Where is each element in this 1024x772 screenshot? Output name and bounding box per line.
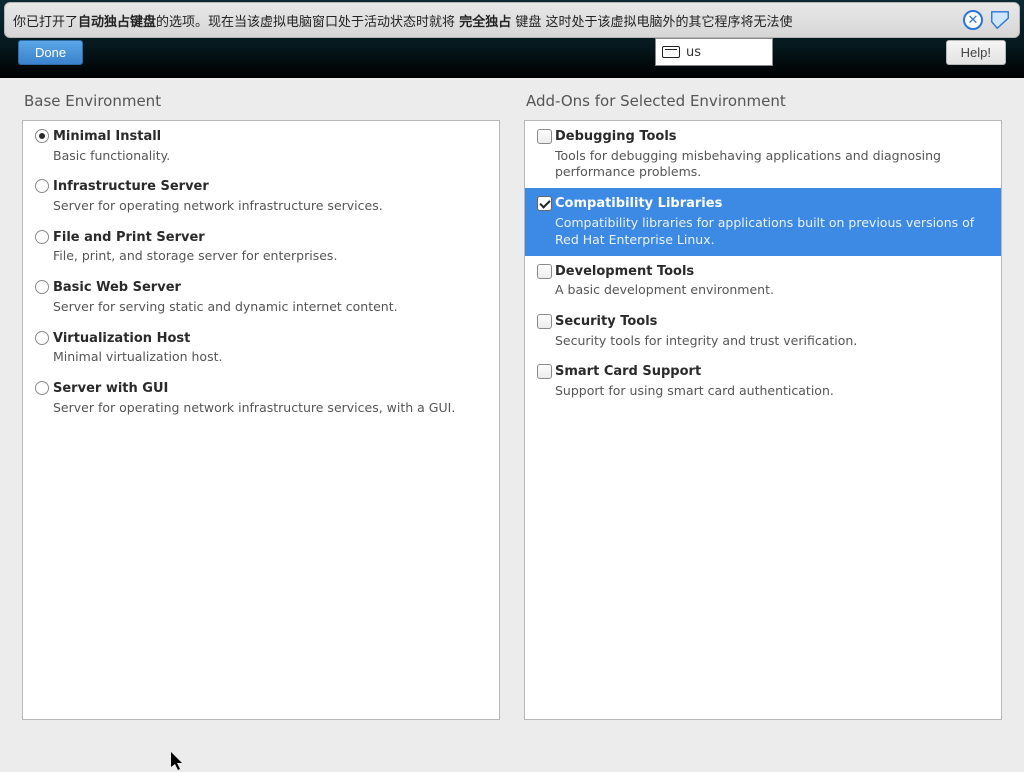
option-desc: Server for operating network infrastruct… — [53, 198, 489, 215]
keyboard-icon — [662, 46, 680, 58]
addon-option[interactable]: Security Tools Security tools for integri… — [525, 306, 1001, 356]
radio-icon[interactable] — [35, 230, 49, 244]
base-environment-list: Minimal Install Basic functionality. Infra… — [22, 120, 500, 720]
option-desc: Basic functionality. — [53, 148, 489, 165]
base-env-option[interactable]: Minimal Install Basic functionality. — [23, 121, 499, 171]
vm-text-1: 你已打开了 — [13, 11, 78, 30]
addon-option[interactable]: Smart Card Support Support for using smar… — [525, 356, 1001, 406]
vm-text-2: 的选项。现在当该虚拟电脑窗口处于活动状态时就将 — [156, 11, 455, 30]
addons-list: Debugging Tools Tools for debugging misbe… — [524, 120, 1002, 720]
base-environment-column: Base Environment Minimal Install Basic fu… — [22, 92, 500, 720]
addons-column: Add-Ons for Selected Environment Debuggi… — [524, 92, 1002, 720]
vm-text-bold-1: 自动独占键盘 — [78, 11, 156, 30]
option-title: Basic Web Server — [53, 279, 489, 297]
done-button[interactable]: Done — [18, 40, 83, 65]
option-desc: File, print, and storage server for ente… — [53, 248, 489, 265]
vm-text-bold-2: 完全独占 — [459, 11, 511, 30]
option-desc: Server for serving static and dynamic in… — [53, 299, 489, 316]
help-button[interactable]: Help! — [946, 40, 1006, 65]
keyboard-indicator[interactable]: us — [655, 38, 773, 66]
radio-icon[interactable] — [35, 129, 49, 143]
option-title: File and Print Server — [53, 229, 489, 247]
option-title: Minimal Install — [53, 128, 489, 146]
vm-text-4: 这时处于该虚拟电脑外的其它程序将无法使 — [546, 11, 793, 30]
option-desc: A basic development environment. — [555, 282, 991, 299]
radio-icon[interactable] — [35, 179, 49, 193]
checkbox-icon[interactable] — [537, 196, 552, 211]
vm-text-3: 键盘 — [515, 11, 541, 30]
option-title: Compatibility Libraries — [555, 195, 991, 213]
vm-banner: 你已打开了 自动独占键盘 的选项。现在当该虚拟电脑窗口处于活动状态时就将 完全独… — [4, 2, 1020, 38]
option-desc: Compatibility libraries for applications… — [555, 215, 991, 249]
cursor-icon — [170, 752, 184, 772]
checkbox-icon[interactable] — [537, 129, 552, 144]
radio-icon[interactable] — [35, 280, 49, 294]
option-title: Server with GUI — [53, 380, 489, 398]
addons-title: Add-Ons for Selected Environment — [524, 92, 1002, 110]
option-desc: Security tools for integrity and trust v… — [555, 333, 991, 350]
option-title: Development Tools — [555, 263, 991, 281]
radio-icon[interactable] — [35, 381, 49, 395]
option-desc: Tools for debugging misbehaving applicat… — [555, 148, 991, 182]
addon-option[interactable]: Development ToolsA basic development env… — [525, 256, 1001, 306]
pin-icon[interactable] — [989, 9, 1011, 31]
base-env-option[interactable]: Basic Web Server Server for serving stati… — [23, 272, 499, 322]
base-env-option[interactable]: Server with GUI Server for operating netw… — [23, 373, 499, 423]
option-title: Security Tools — [555, 313, 991, 331]
addon-option[interactable]: Compatibility Libraries Compatibility lib… — [525, 188, 1001, 255]
option-desc: Support for using smart card authenticat… — [555, 383, 991, 400]
content: Base Environment Minimal Install Basic fu… — [22, 92, 1002, 720]
keyboard-layout-label: us — [686, 45, 701, 60]
close-icon[interactable]: ✕ — [963, 10, 983, 30]
option-desc: Minimal virtualization host. — [53, 349, 489, 366]
base-env-option[interactable]: Infrastructure Server Server for operatin… — [23, 171, 499, 221]
radio-icon[interactable] — [35, 331, 49, 345]
addon-option[interactable]: Debugging Tools Tools for debugging misbe… — [525, 121, 1001, 188]
option-title: Infrastructure Server — [53, 178, 489, 196]
option-desc: Server for operating network infrastruct… — [53, 400, 489, 417]
checkbox-icon[interactable] — [537, 364, 552, 379]
checkbox-icon[interactable] — [537, 314, 552, 329]
base-environment-title: Base Environment — [22, 92, 500, 110]
option-title: Smart Card Support — [555, 363, 991, 381]
base-env-option[interactable]: Virtualization HostMinimal virtualizatio… — [23, 323, 499, 373]
base-env-option[interactable]: File and Print ServerFile, print, and st… — [23, 222, 499, 272]
checkbox-icon[interactable] — [537, 264, 552, 279]
option-title: Debugging Tools — [555, 128, 991, 146]
option-title: Virtualization Host — [53, 330, 489, 348]
